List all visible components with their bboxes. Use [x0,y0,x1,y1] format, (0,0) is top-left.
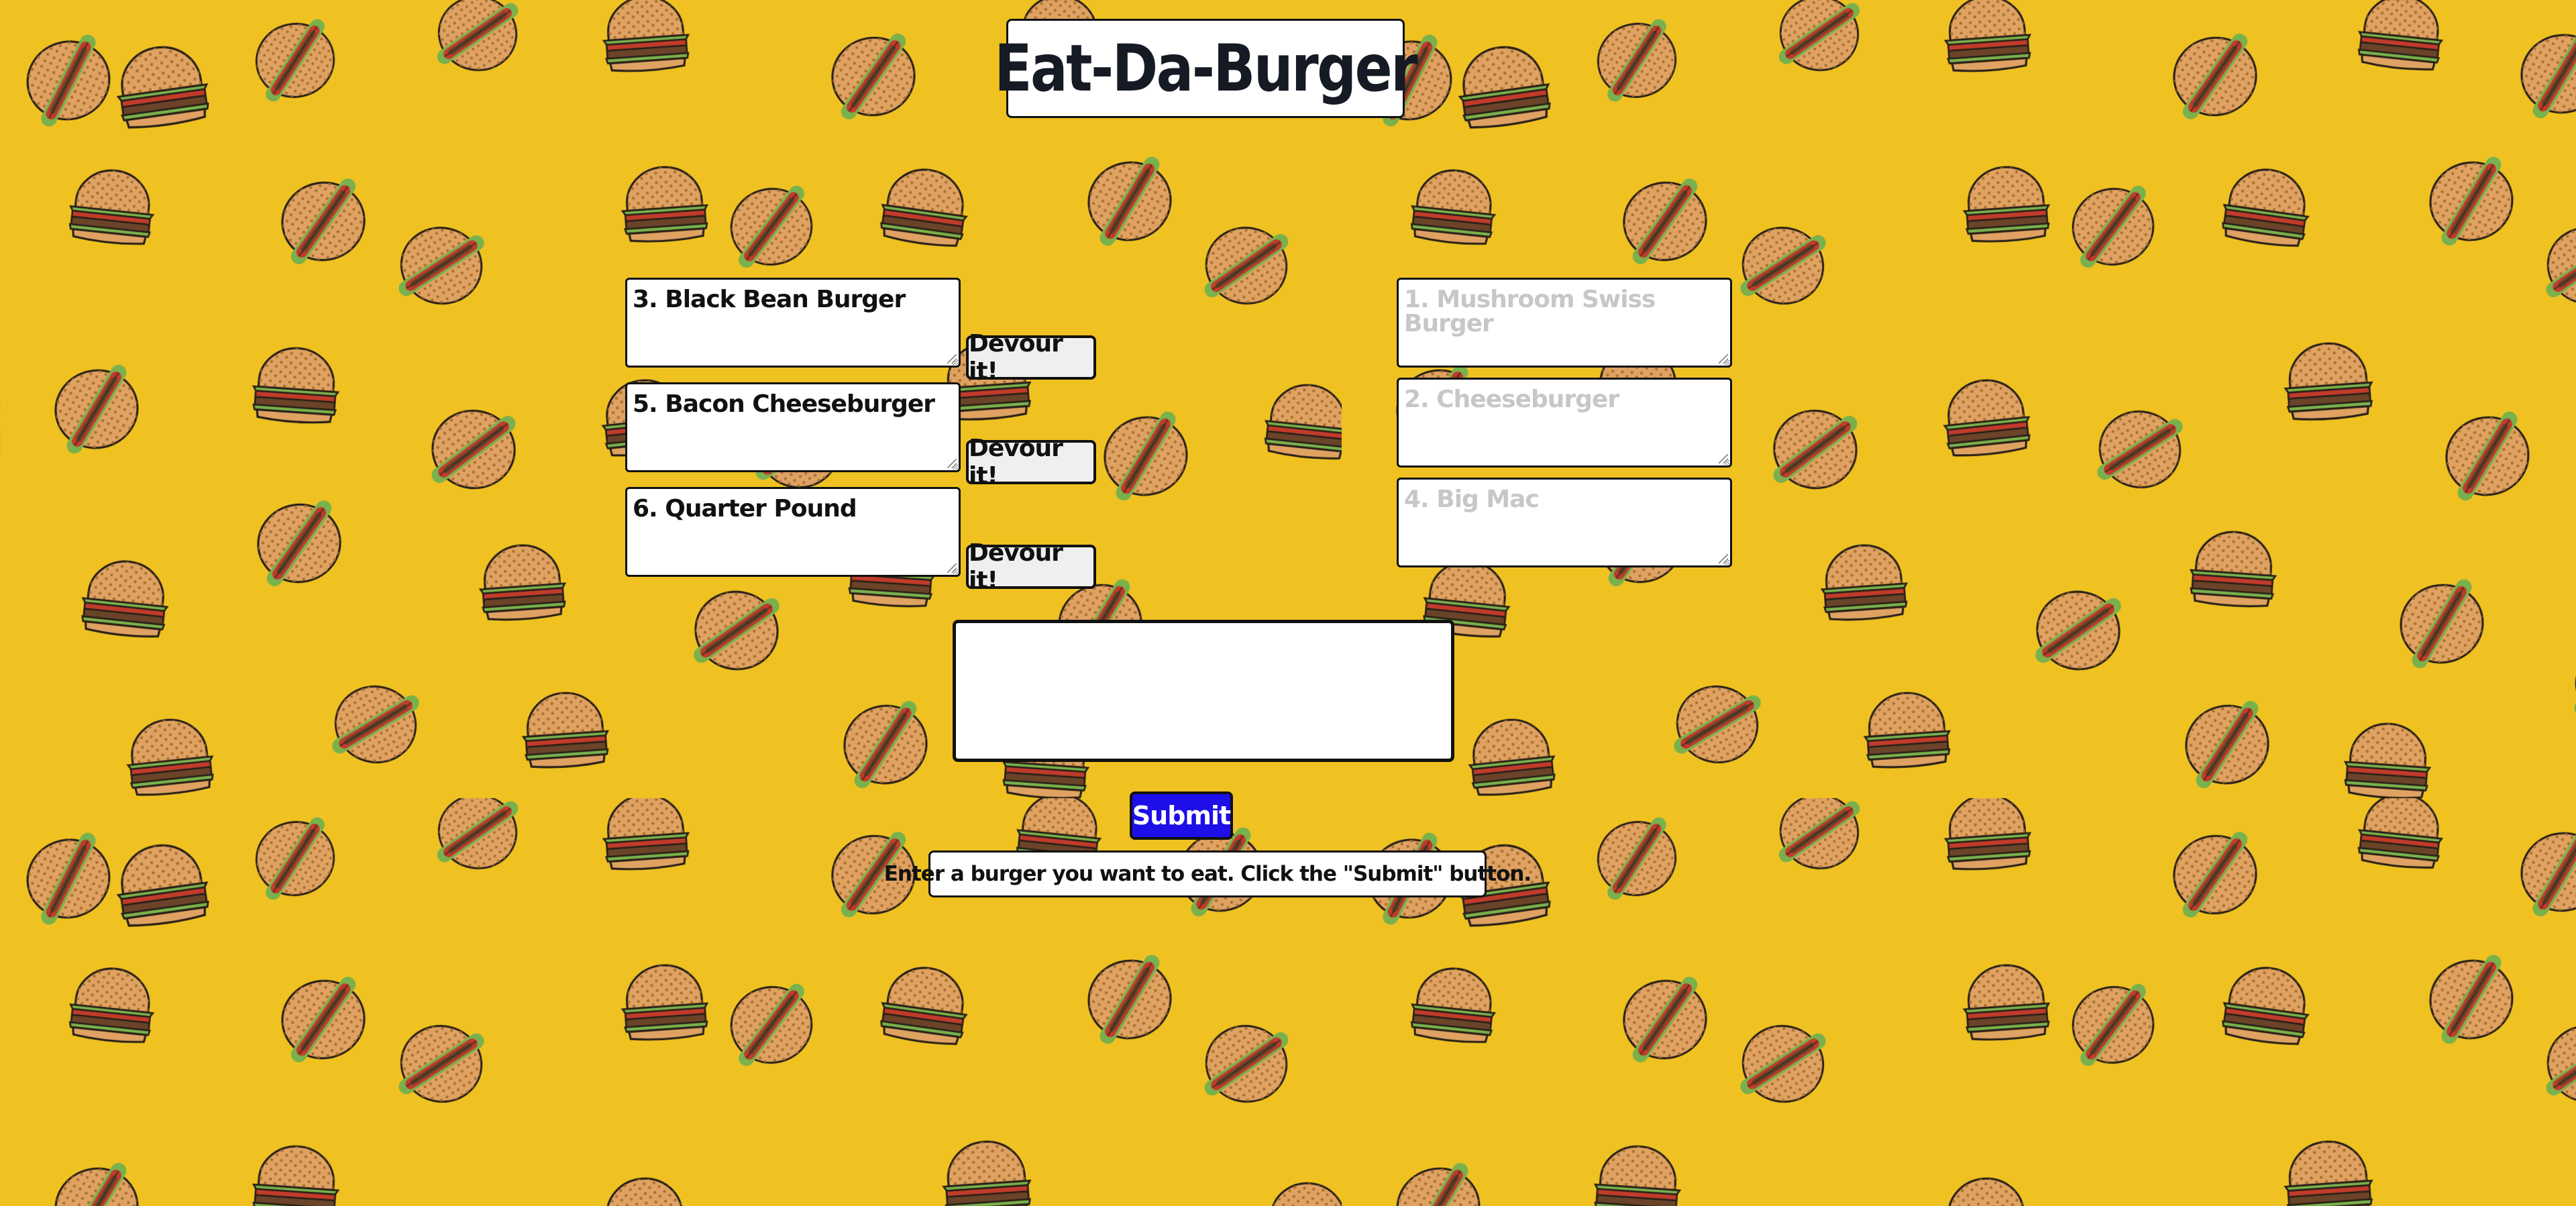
resize-grip-icon[interactable] [947,459,957,468]
resize-grip-icon[interactable] [947,563,957,573]
page-title-box: Eat-Da-Burger [994,19,1418,118]
burger-name: 6. Quarter Pound [633,495,857,523]
burger-item-uneaten[interactable]: 6. Quarter Pound [625,487,961,577]
resize-grip-icon[interactable] [1719,454,1728,463]
burger-pattern-background [0,0,2576,1206]
devour-button[interactable]: Devour it! [966,435,1096,490]
devour-button[interactable]: Devour it! [966,330,1096,385]
burger-name: 4. Big Mac [1404,486,1540,513]
instructions-text: Enter a burger you want to eat. Click th… [884,851,1532,897]
burger-item-uneaten[interactable]: 3. Black Bean Burger [625,278,961,368]
burger-item-eaten[interactable]: 1. Mushroom Swiss Burger [1397,278,1732,368]
burger-name-input[interactable] [953,620,1454,762]
burger-item-eaten[interactable]: 2. Cheeseburger [1397,378,1732,468]
page-title: Eat-Da-Burger [994,31,1418,106]
devour-button[interactable]: Devour it! [966,539,1096,594]
burger-name: 5. Bacon Cheeseburger [633,390,935,418]
resize-grip-icon[interactable] [947,354,957,364]
burger-item-uneaten[interactable]: 5. Bacon Cheeseburger [625,382,961,472]
burger-name: 1. Mushroom Swiss Burger [1404,286,1656,337]
burger-name: 3. Black Bean Burger [633,286,906,313]
resize-grip-icon[interactable] [1719,554,1728,563]
burger-item-eaten[interactable]: 4. Big Mac [1397,478,1732,567]
resize-grip-icon[interactable] [1719,354,1728,364]
burger-name: 2. Cheeseburger [1404,386,1619,413]
submit-button[interactable]: Submit [1130,791,1233,840]
